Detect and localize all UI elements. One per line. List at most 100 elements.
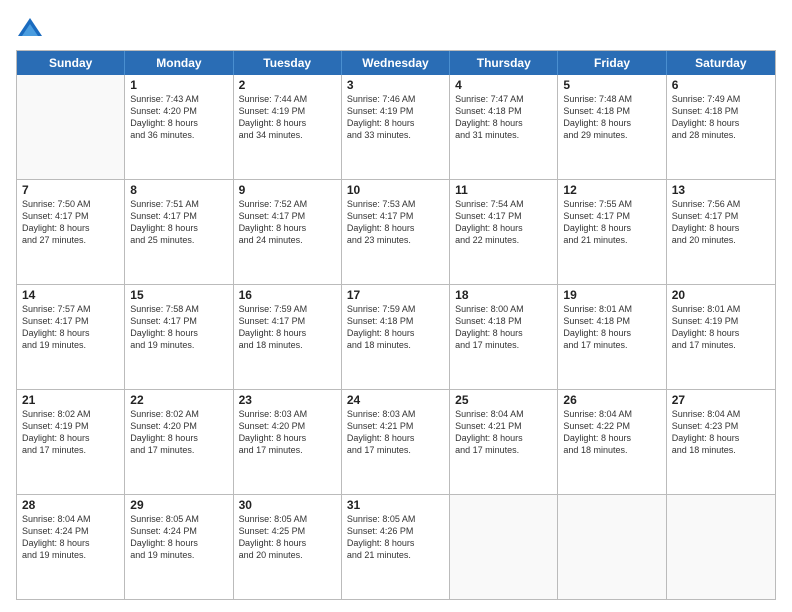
calendar-cell: 12Sunrise: 7:55 AMSunset: 4:17 PMDayligh… [558,180,666,284]
cell-info-line: and 29 minutes. [563,129,660,141]
cell-info-line: Daylight: 8 hours [672,327,770,339]
cell-info-line: and 33 minutes. [347,129,444,141]
cell-info-line: Daylight: 8 hours [672,432,770,444]
cell-info-line: Daylight: 8 hours [130,117,227,129]
day-number: 24 [347,393,444,407]
calendar-row-3: 14Sunrise: 7:57 AMSunset: 4:17 PMDayligh… [17,285,775,390]
cell-info-line: Sunrise: 7:59 AM [347,303,444,315]
calendar-cell: 7Sunrise: 7:50 AMSunset: 4:17 PMDaylight… [17,180,125,284]
cell-info-line: Sunset: 4:24 PM [130,525,227,537]
calendar-row-4: 21Sunrise: 8:02 AMSunset: 4:19 PMDayligh… [17,390,775,495]
cell-info-line: Sunrise: 7:49 AM [672,93,770,105]
cell-info-line: and 19 minutes. [130,549,227,561]
cell-info-line: Sunset: 4:18 PM [347,315,444,327]
cell-info-line: and 18 minutes. [239,339,336,351]
cell-info-line: Daylight: 8 hours [239,537,336,549]
cell-info-line: Sunrise: 7:44 AM [239,93,336,105]
calendar-cell: 20Sunrise: 8:01 AMSunset: 4:19 PMDayligh… [667,285,775,389]
cell-info-line: and 18 minutes. [347,339,444,351]
header-day-monday: Monday [125,51,233,75]
cell-info-line: Sunset: 4:20 PM [130,105,227,117]
cell-info-line: Sunset: 4:19 PM [347,105,444,117]
cell-info-line: Sunset: 4:25 PM [239,525,336,537]
day-number: 23 [239,393,336,407]
calendar: SundayMondayTuesdayWednesdayThursdayFrid… [16,50,776,600]
cell-info-line: Sunrise: 7:43 AM [130,93,227,105]
calendar-cell: 9Sunrise: 7:52 AMSunset: 4:17 PMDaylight… [234,180,342,284]
cell-info-line: and 19 minutes. [130,339,227,351]
cell-info-line: Sunrise: 7:59 AM [239,303,336,315]
cell-info-line: Sunrise: 8:04 AM [563,408,660,420]
calendar-cell: 25Sunrise: 8:04 AMSunset: 4:21 PMDayligh… [450,390,558,494]
calendar-cell: 22Sunrise: 8:02 AMSunset: 4:20 PMDayligh… [125,390,233,494]
cell-info-line: Daylight: 8 hours [22,327,119,339]
header-day-saturday: Saturday [667,51,775,75]
cell-info-line: Sunset: 4:19 PM [672,315,770,327]
logo-icon [16,16,44,44]
cell-info-line: Sunset: 4:19 PM [239,105,336,117]
cell-info-line: and 17 minutes. [347,444,444,456]
page: SundayMondayTuesdayWednesdayThursdayFrid… [0,0,792,612]
cell-info-line: Daylight: 8 hours [563,117,660,129]
calendar-cell: 24Sunrise: 8:03 AMSunset: 4:21 PMDayligh… [342,390,450,494]
cell-info-line: Daylight: 8 hours [347,537,444,549]
cell-info-line: Daylight: 8 hours [22,537,119,549]
day-number: 25 [455,393,552,407]
day-number: 7 [22,183,119,197]
day-number: 16 [239,288,336,302]
cell-info-line: Sunrise: 8:04 AM [455,408,552,420]
cell-info-line: Sunrise: 8:05 AM [130,513,227,525]
cell-info-line: and 18 minutes. [563,444,660,456]
cell-info-line: Daylight: 8 hours [672,222,770,234]
cell-info-line: Sunset: 4:17 PM [130,315,227,327]
cell-info-line: Sunrise: 7:53 AM [347,198,444,210]
cell-info-line: Sunset: 4:26 PM [347,525,444,537]
cell-info-line: and 36 minutes. [130,129,227,141]
cell-info-line: Sunset: 4:18 PM [455,105,552,117]
cell-info-line: Daylight: 8 hours [455,327,552,339]
calendar-cell: 11Sunrise: 7:54 AMSunset: 4:17 PMDayligh… [450,180,558,284]
cell-info-line: Sunrise: 7:52 AM [239,198,336,210]
calendar-cell: 21Sunrise: 8:02 AMSunset: 4:19 PMDayligh… [17,390,125,494]
cell-info-line: Sunset: 4:17 PM [672,210,770,222]
cell-info-line: and 34 minutes. [239,129,336,141]
header-day-thursday: Thursday [450,51,558,75]
day-number: 29 [130,498,227,512]
day-number: 27 [672,393,770,407]
calendar-cell: 18Sunrise: 8:00 AMSunset: 4:18 PMDayligh… [450,285,558,389]
cell-info-line: Sunrise: 8:00 AM [455,303,552,315]
cell-info-line: Sunset: 4:22 PM [563,420,660,432]
cell-info-line: Sunset: 4:17 PM [455,210,552,222]
cell-info-line: and 21 minutes. [563,234,660,246]
cell-info-line: Sunset: 4:18 PM [563,105,660,117]
cell-info-line: Sunset: 4:18 PM [672,105,770,117]
cell-info-line: Daylight: 8 hours [130,537,227,549]
calendar-cell: 17Sunrise: 7:59 AMSunset: 4:18 PMDayligh… [342,285,450,389]
day-number: 31 [347,498,444,512]
cell-info-line: Sunrise: 8:03 AM [239,408,336,420]
day-number: 15 [130,288,227,302]
day-number: 13 [672,183,770,197]
cell-info-line: Sunset: 4:19 PM [22,420,119,432]
calendar-cell: 26Sunrise: 8:04 AMSunset: 4:22 PMDayligh… [558,390,666,494]
header-day-tuesday: Tuesday [234,51,342,75]
cell-info-line: Sunrise: 7:47 AM [455,93,552,105]
calendar-cell: 15Sunrise: 7:58 AMSunset: 4:17 PMDayligh… [125,285,233,389]
cell-info-line: Daylight: 8 hours [347,222,444,234]
day-number: 4 [455,78,552,92]
day-number: 12 [563,183,660,197]
calendar-cell: 27Sunrise: 8:04 AMSunset: 4:23 PMDayligh… [667,390,775,494]
cell-info-line: Daylight: 8 hours [239,432,336,444]
calendar-cell: 6Sunrise: 7:49 AMSunset: 4:18 PMDaylight… [667,75,775,179]
cell-info-line: Sunrise: 7:57 AM [22,303,119,315]
calendar-cell: 31Sunrise: 8:05 AMSunset: 4:26 PMDayligh… [342,495,450,599]
cell-info-line: and 20 minutes. [672,234,770,246]
cell-info-line: Daylight: 8 hours [672,117,770,129]
calendar-cell [17,75,125,179]
cell-info-line: Sunrise: 7:58 AM [130,303,227,315]
cell-info-line: Daylight: 8 hours [455,432,552,444]
cell-info-line: Daylight: 8 hours [239,117,336,129]
cell-info-line: Daylight: 8 hours [563,327,660,339]
logo [16,16,46,44]
cell-info-line: Sunrise: 8:03 AM [347,408,444,420]
